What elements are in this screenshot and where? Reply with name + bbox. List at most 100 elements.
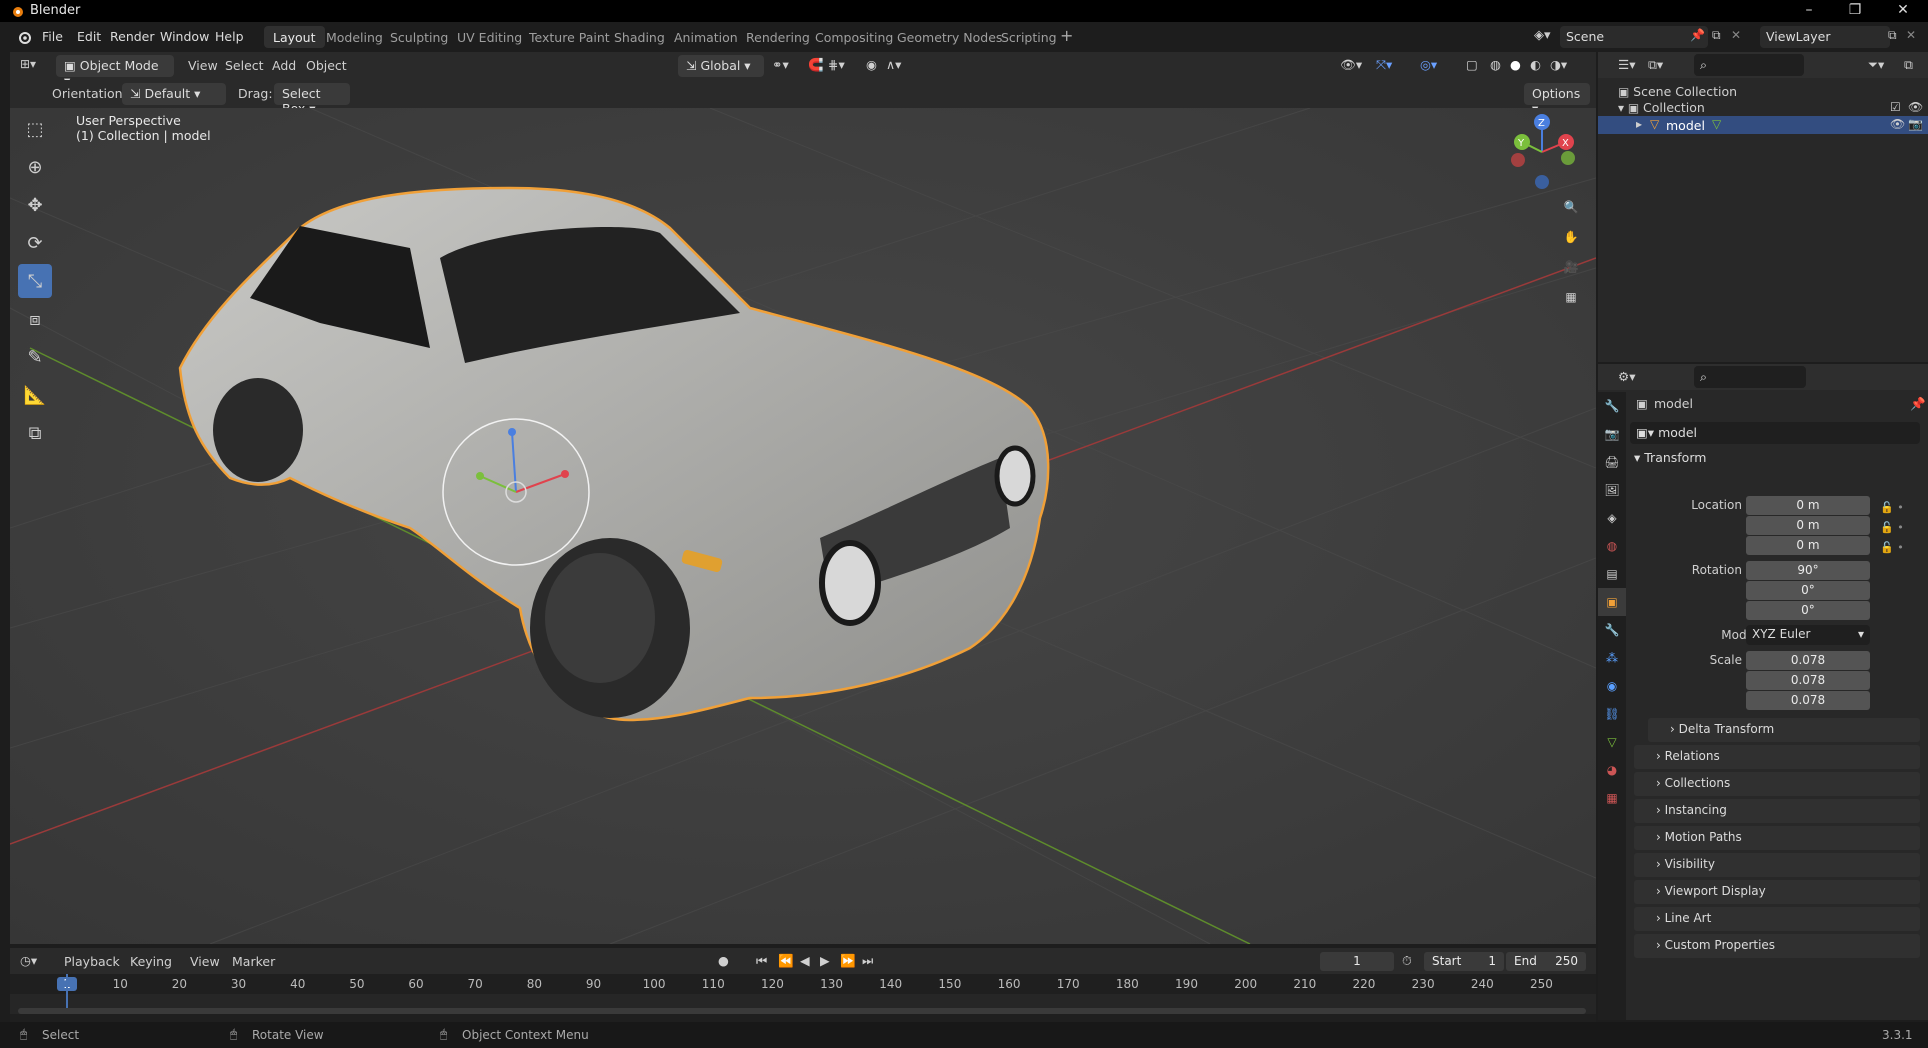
current-frame-field[interactable]: 1 (1320, 952, 1394, 971)
collections-panel[interactable]: › Collections (1634, 772, 1920, 796)
menu-file[interactable]: File (42, 29, 63, 44)
snap-icon[interactable]: 🧲 (808, 57, 824, 73)
properties-editor-icon[interactable]: ⚙▾ (1618, 369, 1635, 384)
scale-tool[interactable]: ⤡ (18, 264, 52, 298)
lock-icon[interactable]: 🔓 • (1880, 518, 1904, 538)
overlay-toggle-icon[interactable]: ◎▾ (1420, 57, 1437, 72)
add-workspace-icon[interactable]: + (1060, 26, 1073, 45)
delete-view-layer-icon[interactable]: ✕ (1906, 28, 1916, 42)
transform-tool[interactable]: ⧈ (18, 302, 52, 336)
jump-end-icon[interactable]: ⏭ (862, 953, 873, 969)
tab-layout[interactable]: Layout (264, 26, 325, 48)
lock-icon[interactable]: 🔓 • (1880, 498, 1904, 518)
play-icon[interactable]: ▶ (820, 953, 830, 968)
menu-view[interactable]: View (188, 58, 218, 73)
rendered-shading-icon[interactable]: ◑▾ (1550, 57, 1567, 72)
tab-animation[interactable]: Animation (665, 26, 747, 48)
drag-selector[interactable]: Select Box ▾ (274, 83, 350, 116)
rotation-y-field[interactable]: 0° (1746, 581, 1870, 600)
blender-menu-icon[interactable] (16, 29, 32, 45)
end-frame-field[interactable]: End 250 (1506, 952, 1586, 971)
menu-playback[interactable]: Playback (64, 954, 120, 969)
tab-scene[interactable]: ◈ (1598, 504, 1626, 532)
line-art-panel[interactable]: › Line Art (1634, 907, 1920, 931)
jump-keyframe-back-icon[interactable]: ⏪ (778, 953, 794, 969)
navigation-gizmo[interactable]: Z X Y (1500, 112, 1580, 192)
proportional-edit-icon[interactable]: ◉ (866, 57, 877, 72)
outliner-editor-icon[interactable]: ☰▾ (1618, 57, 1635, 72)
rotation-x-field[interactable]: 90° (1746, 561, 1870, 580)
wireframe-shading-icon[interactable]: ◍ (1490, 57, 1501, 72)
model-row[interactable]: ▸ ▽ model ▽ 👁 📷 (1598, 116, 1928, 134)
tab-world[interactable]: ◍ (1598, 532, 1626, 560)
menu-help[interactable]: Help (215, 29, 244, 44)
menu-window[interactable]: Window (160, 29, 209, 44)
orientation-selector[interactable]: ⇲ Default ▾ (122, 83, 226, 105)
rotation-mode-selector[interactable]: XYZ Euler ▾ (1746, 625, 1870, 645)
tab-render[interactable]: 📷 (1598, 420, 1626, 448)
tab-texture-paint[interactable]: Texture Paint (520, 26, 619, 48)
falloff-icon[interactable]: ∧▾ (886, 57, 901, 72)
scene-selector[interactable]: Scene (1560, 26, 1708, 48)
custom-properties-panel[interactable]: › Custom Properties (1634, 934, 1920, 958)
restore-icon[interactable]: ❐ (1840, 2, 1870, 20)
tab-object[interactable]: ▣ (1598, 588, 1626, 616)
camera-icon[interactable]: 📷 (1908, 117, 1923, 131)
tab-material[interactable]: ◕ (1598, 756, 1626, 784)
jump-keyframe-forward-icon[interactable]: ⏩ (840, 953, 856, 969)
tab-data[interactable]: ▽ (1598, 728, 1626, 756)
properties-search[interactable]: ⌕ (1694, 366, 1806, 388)
select-box-tool[interactable]: ⬚ (18, 112, 52, 146)
xray-icon[interactable]: ▢ (1466, 57, 1478, 72)
menu-select[interactable]: Select (225, 58, 264, 73)
timeline-scrollbar[interactable] (18, 1008, 1586, 1014)
rotate-tool[interactable]: ⟳ (18, 226, 52, 260)
menu-object[interactable]: Object (306, 58, 347, 73)
snap-target-icon[interactable]: ⋕▾ (828, 57, 845, 72)
timeline[interactable]: 1102030405060708090100110120130140150160… (10, 974, 1596, 1022)
transform-panel-header[interactable]: ▾ Transform (1634, 450, 1706, 465)
rotation-z-field[interactable]: 0° (1746, 601, 1870, 620)
close-icon[interactable]: ✕ (1888, 2, 1918, 20)
playhead[interactable] (66, 974, 68, 1008)
tab-output[interactable]: 🖨 (1598, 448, 1626, 476)
pivot-point-icon[interactable]: ⚭▾ (772, 57, 789, 72)
delete-scene-icon[interactable]: ✕ (1731, 28, 1741, 42)
add-cube-tool[interactable]: ⧉ (18, 416, 52, 450)
scale-y-field[interactable]: 0.078 (1746, 671, 1870, 690)
options-button[interactable]: Options ▾ (1524, 83, 1590, 116)
tab-physics[interactable]: ◉ (1598, 672, 1626, 700)
material-shading-icon[interactable]: ◐ (1530, 57, 1541, 72)
scale-z-field[interactable]: 0.078 (1746, 691, 1870, 710)
location-z-field[interactable]: 0 m (1746, 536, 1870, 555)
new-view-layer-icon[interactable]: ⧉ (1888, 28, 1897, 43)
editor-type-icon[interactable]: ⊞▾ (20, 57, 36, 71)
new-collection-icon[interactable]: ⧉ (1904, 57, 1913, 73)
visibility-panel[interactable]: › Visibility (1634, 853, 1920, 877)
menu-marker[interactable]: Marker (232, 954, 275, 969)
eye-icon[interactable]: 👁 (1908, 100, 1923, 114)
play-reverse-icon[interactable]: ◀ (800, 953, 810, 968)
zoom-icon[interactable]: 🔍 (1558, 194, 1584, 220)
minimize-icon[interactable]: – (1794, 2, 1824, 20)
relations-panel[interactable]: › Relations (1634, 745, 1920, 769)
cursor-tool[interactable]: ⊕ (18, 150, 52, 184)
tab-uv-editing[interactable]: UV Editing (448, 26, 531, 48)
jump-start-icon[interactable]: ⏮ (756, 953, 767, 969)
delta-transform-panel[interactable]: › Delta Transform (1648, 718, 1920, 742)
tab-tool[interactable]: 🔧 (1598, 392, 1626, 420)
move-tool[interactable]: ✥ (18, 188, 52, 222)
location-y-field[interactable]: 0 m (1746, 516, 1870, 535)
filter-icon[interactable]: ⏷▾ (1868, 57, 1884, 73)
tab-view-layer[interactable]: 🖼 (1598, 476, 1626, 504)
mode-selector[interactable]: ▣ Object Mode ▾ (56, 55, 174, 88)
location-x-field[interactable]: 0 m (1746, 496, 1870, 515)
scale-x-field[interactable]: 0.078 (1746, 651, 1870, 670)
viewport-display-panel[interactable]: › Viewport Display (1634, 880, 1920, 904)
grid-perspective-icon[interactable]: ▦ (1558, 284, 1584, 310)
camera-view-icon[interactable]: 🎥 (1558, 254, 1584, 280)
tab-constraints[interactable]: ⛓ (1598, 700, 1626, 728)
view-layer-selector[interactable]: ViewLayer (1760, 26, 1890, 48)
pin-icon[interactable]: 📌 (1690, 28, 1705, 42)
visibility-icon[interactable]: 👁▾ (1340, 57, 1362, 73)
